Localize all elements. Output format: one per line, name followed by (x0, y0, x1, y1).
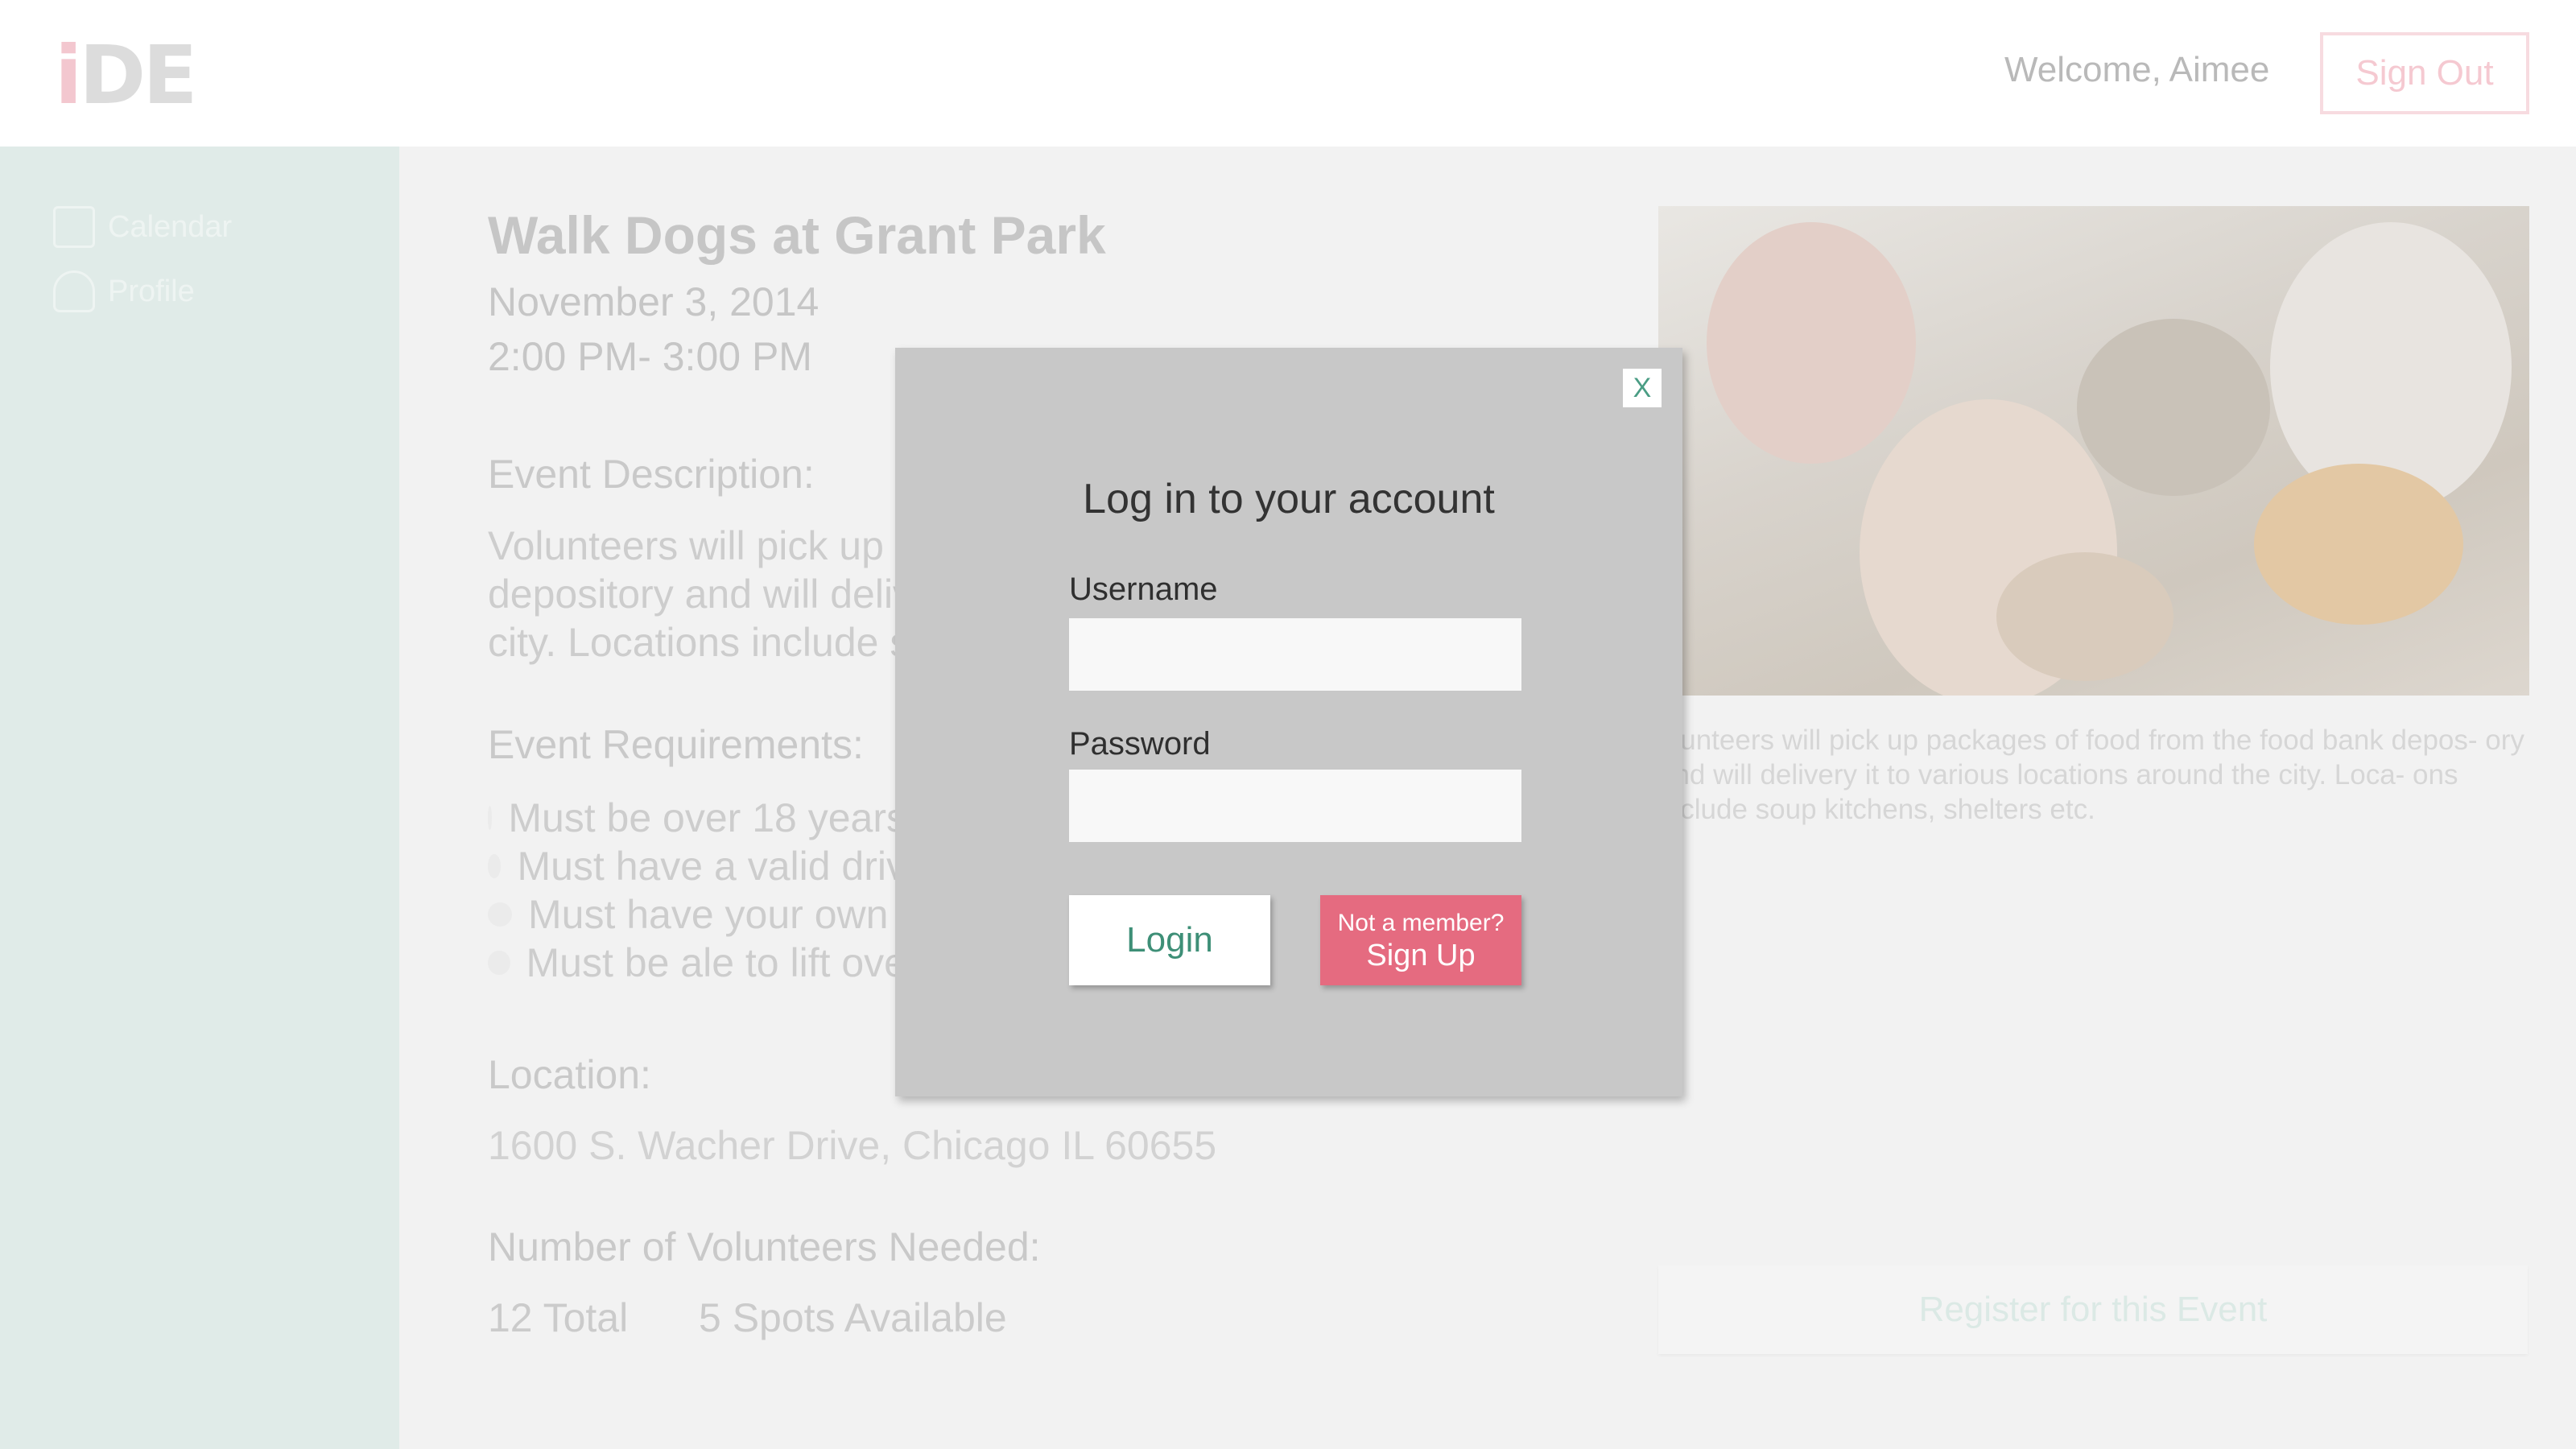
volunteers-heading: Number of Volunteers Needed: (488, 1224, 1041, 1269)
photo-caption: olunteers will pick up packages of food … (1658, 724, 2524, 825)
password-label: Password (1069, 726, 1211, 762)
requirement-item[interactable]: Must have your own (488, 890, 906, 939)
requirement-label: Must be over 18 years (508, 795, 906, 840)
username-input[interactable] (1069, 618, 1521, 691)
description-line: depository and will deliv (488, 572, 914, 617)
logo-text: DE (79, 28, 197, 122)
login-button[interactable]: Login (1069, 895, 1270, 985)
calendar-icon (53, 206, 95, 248)
description-line: city. Locations include s (488, 620, 910, 665)
sidebar-item-profile[interactable]: Profile (53, 270, 195, 312)
requirement-item[interactable]: Must be ale to lift ove (488, 939, 906, 987)
password-input[interactable] (1069, 770, 1521, 842)
event-time: 2:00 PM- 3:00 PM (488, 334, 812, 379)
description-line: Volunteers will pick up p (488, 523, 918, 568)
requirements-list: Must be over 18 years Must have a valid … (488, 794, 906, 987)
event-description: Volunteers will pick up p depository and… (488, 522, 939, 675)
register-button[interactable]: Register for this Event (1658, 1265, 2528, 1354)
requirement-label: Must be ale to lift ove (526, 940, 906, 985)
logo-i: i (55, 28, 82, 122)
requirements-heading: Event Requirements: (488, 722, 864, 767)
top-header: iDE Welcome, Aimee Sign Out (0, 0, 2576, 147)
signup-prompt: Not a member? (1337, 910, 1505, 936)
close-button[interactable]: X (1623, 369, 1662, 407)
location-heading: Location: (488, 1052, 651, 1097)
checkbox-icon[interactable] (488, 902, 512, 927)
username-label: Username (1069, 572, 1218, 607)
sidebar: Calendar Profile (0, 147, 399, 1449)
requirement-label: Must have a valid driv (517, 844, 906, 889)
login-modal (895, 348, 1682, 1096)
volunteers-available: 5 Spots Available (699, 1295, 1007, 1340)
event-date: November 3, 2014 (488, 279, 819, 324)
description-heading: Event Description: (488, 452, 815, 497)
checkbox-icon[interactable] (488, 951, 510, 975)
sidebar-item-calendar[interactable]: Calendar (53, 206, 232, 248)
welcome-text: Welcome, Aimee (2004, 50, 2270, 89)
event-photo (1658, 206, 2529, 696)
checkbox-icon[interactable] (488, 854, 502, 878)
app-logo[interactable]: iDE (55, 35, 198, 116)
person-icon (53, 270, 95, 312)
requirement-item[interactable]: Must have a valid driv (488, 842, 906, 890)
volunteers-total: 12 Total (488, 1295, 629, 1340)
modal-title: Log in to your account (1083, 476, 1495, 522)
requirement-item[interactable]: Must be over 18 years (488, 794, 906, 842)
event-title: Walk Dogs at Grant Park (488, 205, 1106, 265)
requirement-label: Must have your own (528, 892, 889, 937)
event-location: 1600 S. Wacher Drive, Chicago IL 60655 (488, 1123, 1217, 1168)
signup-label: Sign Up (1366, 939, 1476, 972)
checkbox-icon[interactable] (488, 806, 493, 830)
sidebar-item-label: Calendar (108, 209, 233, 244)
sign-out-button[interactable]: Sign Out (2320, 32, 2529, 114)
sidebar-item-label: Profile (108, 274, 195, 308)
sign-up-button[interactable]: Not a member? Sign Up (1320, 895, 1521, 985)
